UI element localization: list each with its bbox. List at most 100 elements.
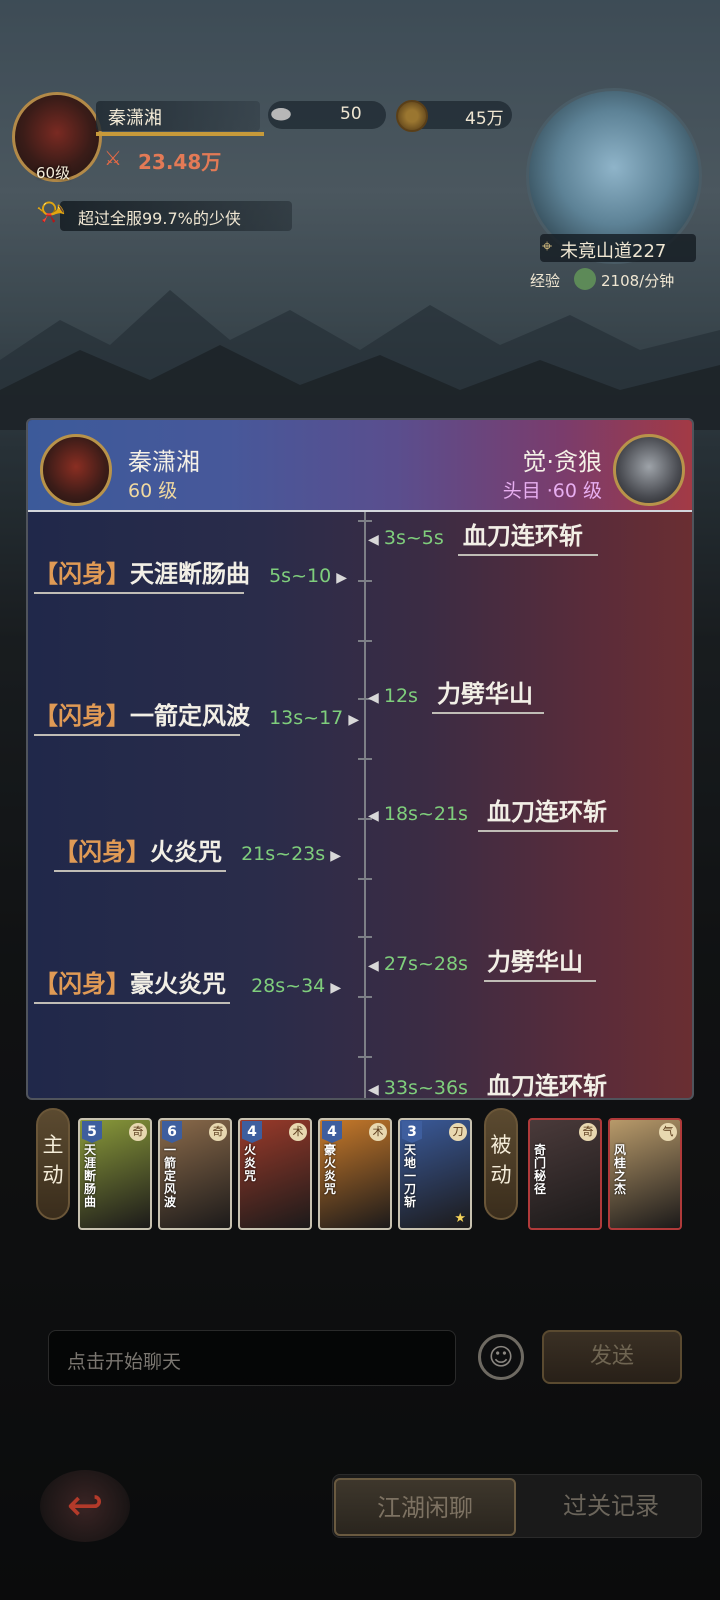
skill-time: 33s~36s — [383, 1077, 468, 1099]
exp-rate-value: 2108/分钟 — [601, 272, 675, 290]
header-divider — [28, 510, 692, 512]
right-fighter-name: 觉·贪狼 — [522, 448, 602, 476]
card-type-badge: 奇 — [579, 1123, 597, 1141]
passive-label: 被动 — [484, 1108, 518, 1220]
arrow-right-icon: ▶ — [330, 848, 342, 864]
send-button[interactable]: 发送 — [542, 1330, 682, 1384]
skill-name: 血刀连环斩 — [487, 1072, 608, 1100]
arrow-right-icon: ▶ — [348, 712, 360, 728]
left-fighter-level: 60 级 — [128, 480, 178, 502]
player-avatar-small — [40, 434, 112, 506]
timeline-tick — [358, 936, 372, 938]
skill-time: 27s~28s — [383, 953, 468, 975]
rank-text: 超过全服99.7%的少侠 — [78, 209, 241, 228]
card-name: 风桂之杰 — [614, 1143, 627, 1196]
arrow-left-icon: ◀ — [368, 690, 379, 706]
skill-name: 力劈华山 — [437, 680, 534, 708]
card-type-badge: 刀 — [449, 1123, 467, 1141]
tab-clear-records[interactable]: 过关记录 — [520, 1478, 702, 1536]
passive-skill-card[interactable]: 气风桂之杰 — [608, 1118, 682, 1230]
skill-name: 一箭定风波 — [130, 702, 250, 730]
map-location: 未竟山道227 — [560, 241, 667, 262]
active-skill-card[interactable]: 5 奇天涯断肠曲 — [78, 1118, 152, 1230]
tab-jianghu-chat[interactable]: 江湖闲聊 — [334, 1478, 516, 1536]
right-skill-4: ◀ 27s~28s 力劈华山 — [368, 942, 583, 977]
skill-time: 21s~23s — [241, 843, 326, 865]
skill-time: 3s~5s — [383, 527, 444, 549]
skill-underline — [34, 1002, 230, 1004]
skill-tag: 【闪身】 — [34, 560, 130, 588]
horn-icon: 📯 — [36, 198, 66, 226]
card-name: 天地一刀斩 — [404, 1143, 417, 1209]
skill-time: 5s~10 — [269, 565, 332, 587]
skill-underline — [484, 980, 596, 982]
skill-tag: 【闪身】 — [34, 702, 130, 730]
skill-name: 火炎咒 — [150, 838, 222, 866]
arrow-left-icon: ◀ — [368, 532, 379, 548]
resource-a-value: 50 — [340, 104, 362, 124]
card-name: 天涯断肠曲 — [84, 1143, 97, 1209]
player-name: 秦潇湘 — [108, 108, 162, 129]
arrow-left-icon: ◀ — [368, 958, 379, 974]
right-skill-1: ◀ 3s~5s 血刀连环斩 — [368, 516, 583, 551]
chat-input[interactable]: 点击开始聊天 — [48, 1330, 456, 1386]
passive-skill-card[interactable]: 奇奇门秘径 — [528, 1118, 602, 1230]
skill-time: 13s~17 — [269, 707, 344, 729]
combat-power-icon: ⚔ — [104, 146, 122, 170]
arrow-left-icon: ◀ — [368, 1082, 379, 1098]
card-cost: 3 — [402, 1121, 422, 1143]
skill-name: 豪火炎咒 — [130, 970, 226, 998]
left-fighter-name: 秦潇湘 — [128, 448, 200, 476]
card-type-badge: 奇 — [129, 1123, 147, 1141]
right-skill-5: ◀ 33s~36s 血刀连环斩 — [368, 1066, 608, 1100]
skill-name: 天涯断肠曲 — [130, 560, 250, 588]
card-name: 豪火炎咒 — [324, 1143, 337, 1196]
card-cost: 4 — [242, 1121, 262, 1143]
card-type-badge: 奇 — [209, 1123, 227, 1141]
card-name: 奇门秘径 — [534, 1143, 547, 1196]
exp-rate-label: 经验 — [530, 272, 561, 290]
card-cost: 6 — [162, 1121, 182, 1143]
skill-time: 18s~21s — [383, 803, 468, 825]
active-skill-card[interactable]: 3 刀天地一刀斩 ★ — [398, 1118, 472, 1230]
skill-underline — [34, 592, 244, 594]
arrow-right-icon: ▶ — [336, 570, 348, 586]
skill-underline — [478, 830, 618, 832]
active-skill-card[interactable]: 6 奇一箭定风波 — [158, 1118, 232, 1230]
skill-underline — [34, 734, 240, 736]
card-type-badge: 术 — [289, 1123, 307, 1141]
exp-bar — [96, 132, 264, 136]
resource-b-value: 45万 — [465, 109, 504, 129]
back-arrow-icon[interactable]: ↩ — [40, 1470, 130, 1542]
skill-underline — [432, 712, 544, 714]
left-skill-2: 【闪身】一箭定风波 13s~17 ▶ — [34, 696, 359, 731]
card-type-badge: 气 — [659, 1123, 677, 1141]
combat-power-value: 23.48万 — [138, 150, 222, 174]
card-name: 火炎咒 — [244, 1143, 257, 1183]
skill-tag: 【闪身】 — [34, 970, 130, 998]
right-fighter-level: 头目 ·60 级 — [502, 480, 602, 502]
ingot-icon: ⬬ — [270, 100, 292, 128]
timeline-tick — [358, 878, 372, 880]
arrow-left-icon: ◀ — [368, 808, 379, 824]
timeline-tick — [358, 580, 372, 582]
card-cost: 4 — [322, 1121, 342, 1143]
coin-icon — [396, 100, 428, 132]
player-level: 60级 — [36, 164, 71, 182]
timeline-tick — [358, 996, 372, 998]
location-pin-icon: ⌖ — [542, 236, 553, 257]
emoji-icon[interactable]: ☺ — [478, 1334, 524, 1380]
card-cost: 5 — [82, 1121, 102, 1143]
card-name: 一箭定风波 — [164, 1143, 177, 1209]
left-skill-3: 【闪身】火炎咒 21s~23s ▶ — [54, 832, 341, 867]
active-skill-card[interactable]: 4 术豪火炎咒 — [318, 1118, 392, 1230]
boss-avatar — [613, 434, 685, 506]
skill-name: 血刀连环斩 — [487, 798, 608, 826]
exp-gem-icon — [574, 268, 596, 290]
skill-time: 28s~34 — [251, 975, 326, 997]
left-skill-1: 【闪身】天涯断肠曲 5s~10 ▶ — [34, 554, 347, 589]
timeline-axis — [364, 512, 366, 1098]
active-skill-card[interactable]: 4 术火炎咒 — [238, 1118, 312, 1230]
skill-underline — [54, 870, 226, 872]
skill-tag: 【闪身】 — [54, 838, 150, 866]
